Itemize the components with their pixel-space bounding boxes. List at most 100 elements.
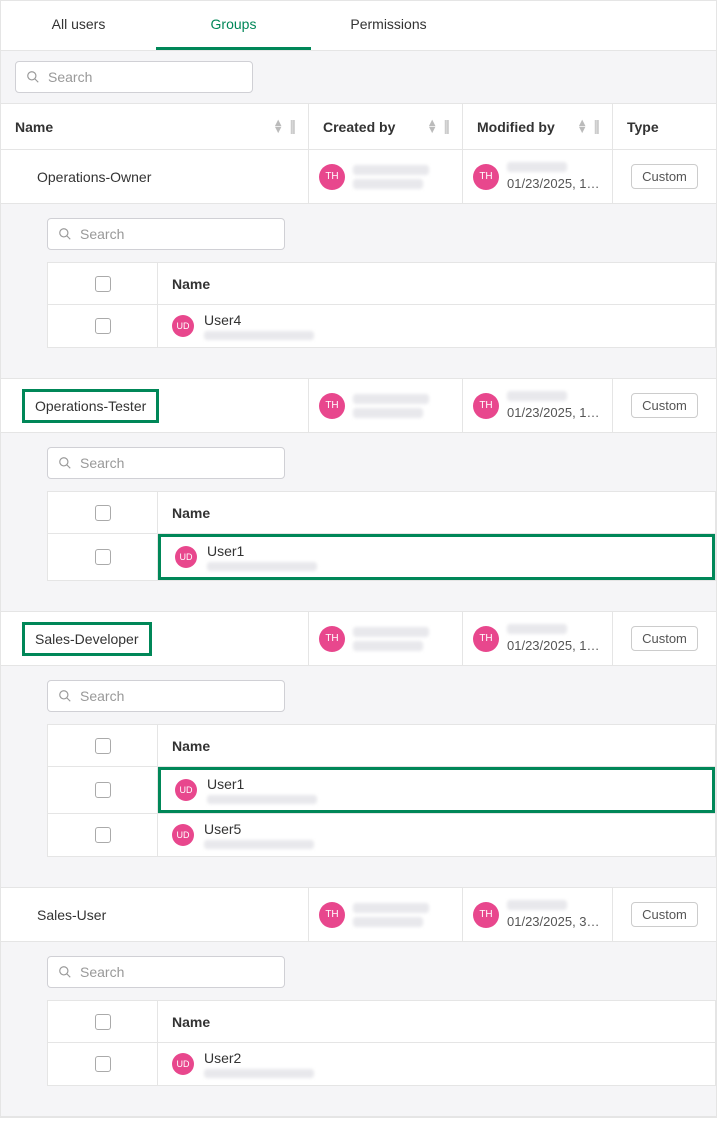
- tab-all-users[interactable]: All users: [1, 1, 156, 50]
- col-type-label: Type: [627, 119, 659, 135]
- checkbox[interactable]: [95, 549, 111, 565]
- checkbox[interactable]: [95, 1056, 111, 1072]
- avatar: TH: [473, 626, 499, 652]
- redacted-text: [204, 331, 314, 340]
- user-name: User1: [207, 543, 317, 559]
- modified-date: 01/23/2025, 3…: [507, 914, 600, 929]
- redacted-text: [353, 903, 429, 927]
- redacted-text: [353, 394, 429, 418]
- avatar: UD: [175, 546, 197, 568]
- inner-search-input[interactable]: [78, 963, 274, 981]
- resize-handle[interactable]: ||: [444, 118, 448, 135]
- sort-icon[interactable]: ▲▼: [427, 120, 438, 134]
- tab-groups[interactable]: Groups: [156, 1, 311, 50]
- user-row[interactable]: UD User5: [48, 814, 715, 856]
- user-name: User5: [204, 821, 314, 837]
- users-table: Name UD User4: [47, 262, 716, 348]
- group-name: Sales-User: [37, 907, 106, 923]
- avatar: TH: [319, 902, 345, 928]
- col-created-label: Created by: [323, 119, 395, 135]
- avatar: UD: [172, 315, 194, 337]
- users-name-header[interactable]: Name: [158, 1014, 715, 1030]
- checkbox[interactable]: [95, 782, 111, 798]
- inner-search-box[interactable]: [47, 447, 285, 479]
- tabs-bar: All users Groups Permissions: [1, 1, 716, 51]
- select-all-checkbox[interactable]: [95, 1014, 111, 1030]
- avatar: TH: [473, 393, 499, 419]
- sort-icon[interactable]: ▲▼: [273, 120, 284, 134]
- sort-icon[interactable]: ▲▼: [577, 120, 588, 134]
- avatar: UD: [172, 1053, 194, 1075]
- group-row[interactable]: Sales-User TH TH 01/23/2025, 3… Custom: [1, 888, 716, 942]
- inner-search-input[interactable]: [78, 225, 274, 243]
- group-row[interactable]: Operations-Owner TH TH 01/23/2025, 1… Cu…: [1, 150, 716, 204]
- col-name-header[interactable]: Name ▲▼ ||: [1, 104, 309, 149]
- search-box[interactable]: [15, 61, 253, 93]
- group-row[interactable]: Operations-Tester TH TH 01/23/2025, 1… C…: [1, 379, 716, 433]
- type-badge: Custom: [631, 393, 698, 418]
- inner-search-box[interactable]: [47, 680, 285, 712]
- users-header-row: Name: [48, 263, 715, 305]
- group-name: Sales-Developer: [22, 622, 152, 656]
- users-header-row: Name: [48, 492, 715, 534]
- group-expanded-panel: Name UD User1 UD User5: [1, 666, 716, 888]
- group-expanded-panel: Name UD User4: [1, 204, 716, 379]
- avatar: TH: [319, 626, 345, 652]
- col-modified-label: Modified by: [477, 119, 555, 135]
- top-search-bar: [1, 51, 716, 104]
- inner-search-input[interactable]: [78, 454, 274, 472]
- search-icon: [58, 965, 72, 979]
- modified-date: 01/23/2025, 1…: [507, 638, 600, 653]
- resize-handle[interactable]: ||: [290, 118, 294, 135]
- avatar: TH: [473, 164, 499, 190]
- redacted-text: [353, 627, 429, 651]
- search-icon: [26, 70, 40, 84]
- user-row[interactable]: UD User4: [48, 305, 715, 347]
- col-type-header[interactable]: Type: [613, 104, 716, 149]
- type-badge: Custom: [631, 626, 698, 651]
- user-row[interactable]: UD User1: [48, 767, 715, 814]
- group-row[interactable]: Sales-Developer TH TH 01/23/2025, 1… Cus…: [1, 612, 716, 666]
- redacted-text: [207, 562, 317, 571]
- select-all-checkbox[interactable]: [95, 505, 111, 521]
- redacted-text: [507, 391, 567, 401]
- avatar: TH: [473, 902, 499, 928]
- inner-search-box[interactable]: [47, 956, 285, 988]
- user-name: User4: [204, 312, 314, 328]
- tab-permissions[interactable]: Permissions: [311, 1, 466, 50]
- redacted-text: [507, 162, 567, 172]
- users-name-header[interactable]: Name: [158, 276, 715, 292]
- user-row[interactable]: UD User2: [48, 1043, 715, 1085]
- search-input[interactable]: [46, 68, 242, 86]
- checkbox[interactable]: [95, 318, 111, 334]
- redacted-text: [207, 795, 317, 804]
- group-expanded-panel: Name UD User1: [1, 433, 716, 612]
- users-header-row: Name: [48, 1001, 715, 1043]
- users-table: Name UD User1 UD User5: [47, 724, 716, 857]
- col-created-header[interactable]: Created by ▲▼ ||: [309, 104, 463, 149]
- select-all-checkbox[interactable]: [95, 738, 111, 754]
- search-icon: [58, 227, 72, 241]
- search-icon: [58, 456, 72, 470]
- group-name: Operations-Tester: [22, 389, 159, 423]
- checkbox[interactable]: [95, 827, 111, 843]
- avatar: UD: [175, 779, 197, 801]
- users-name-header[interactable]: Name: [158, 505, 715, 521]
- avatar: TH: [319, 164, 345, 190]
- users-header-row: Name: [48, 725, 715, 767]
- redacted-text: [204, 1069, 314, 1078]
- users-table: Name UD User2: [47, 1000, 716, 1086]
- users-name-header[interactable]: Name: [158, 738, 715, 754]
- resize-handle[interactable]: ||: [594, 118, 598, 135]
- inner-search-input[interactable]: [78, 687, 274, 705]
- users-table: Name UD User1: [47, 491, 716, 581]
- search-icon: [58, 689, 72, 703]
- user-row[interactable]: UD User1: [48, 534, 715, 580]
- select-all-checkbox[interactable]: [95, 276, 111, 292]
- avatar: UD: [172, 824, 194, 846]
- col-name-label: Name: [15, 119, 53, 135]
- redacted-text: [353, 165, 429, 189]
- avatar: TH: [319, 393, 345, 419]
- inner-search-box[interactable]: [47, 218, 285, 250]
- col-modified-header[interactable]: Modified by ▲▼ ||: [463, 104, 613, 149]
